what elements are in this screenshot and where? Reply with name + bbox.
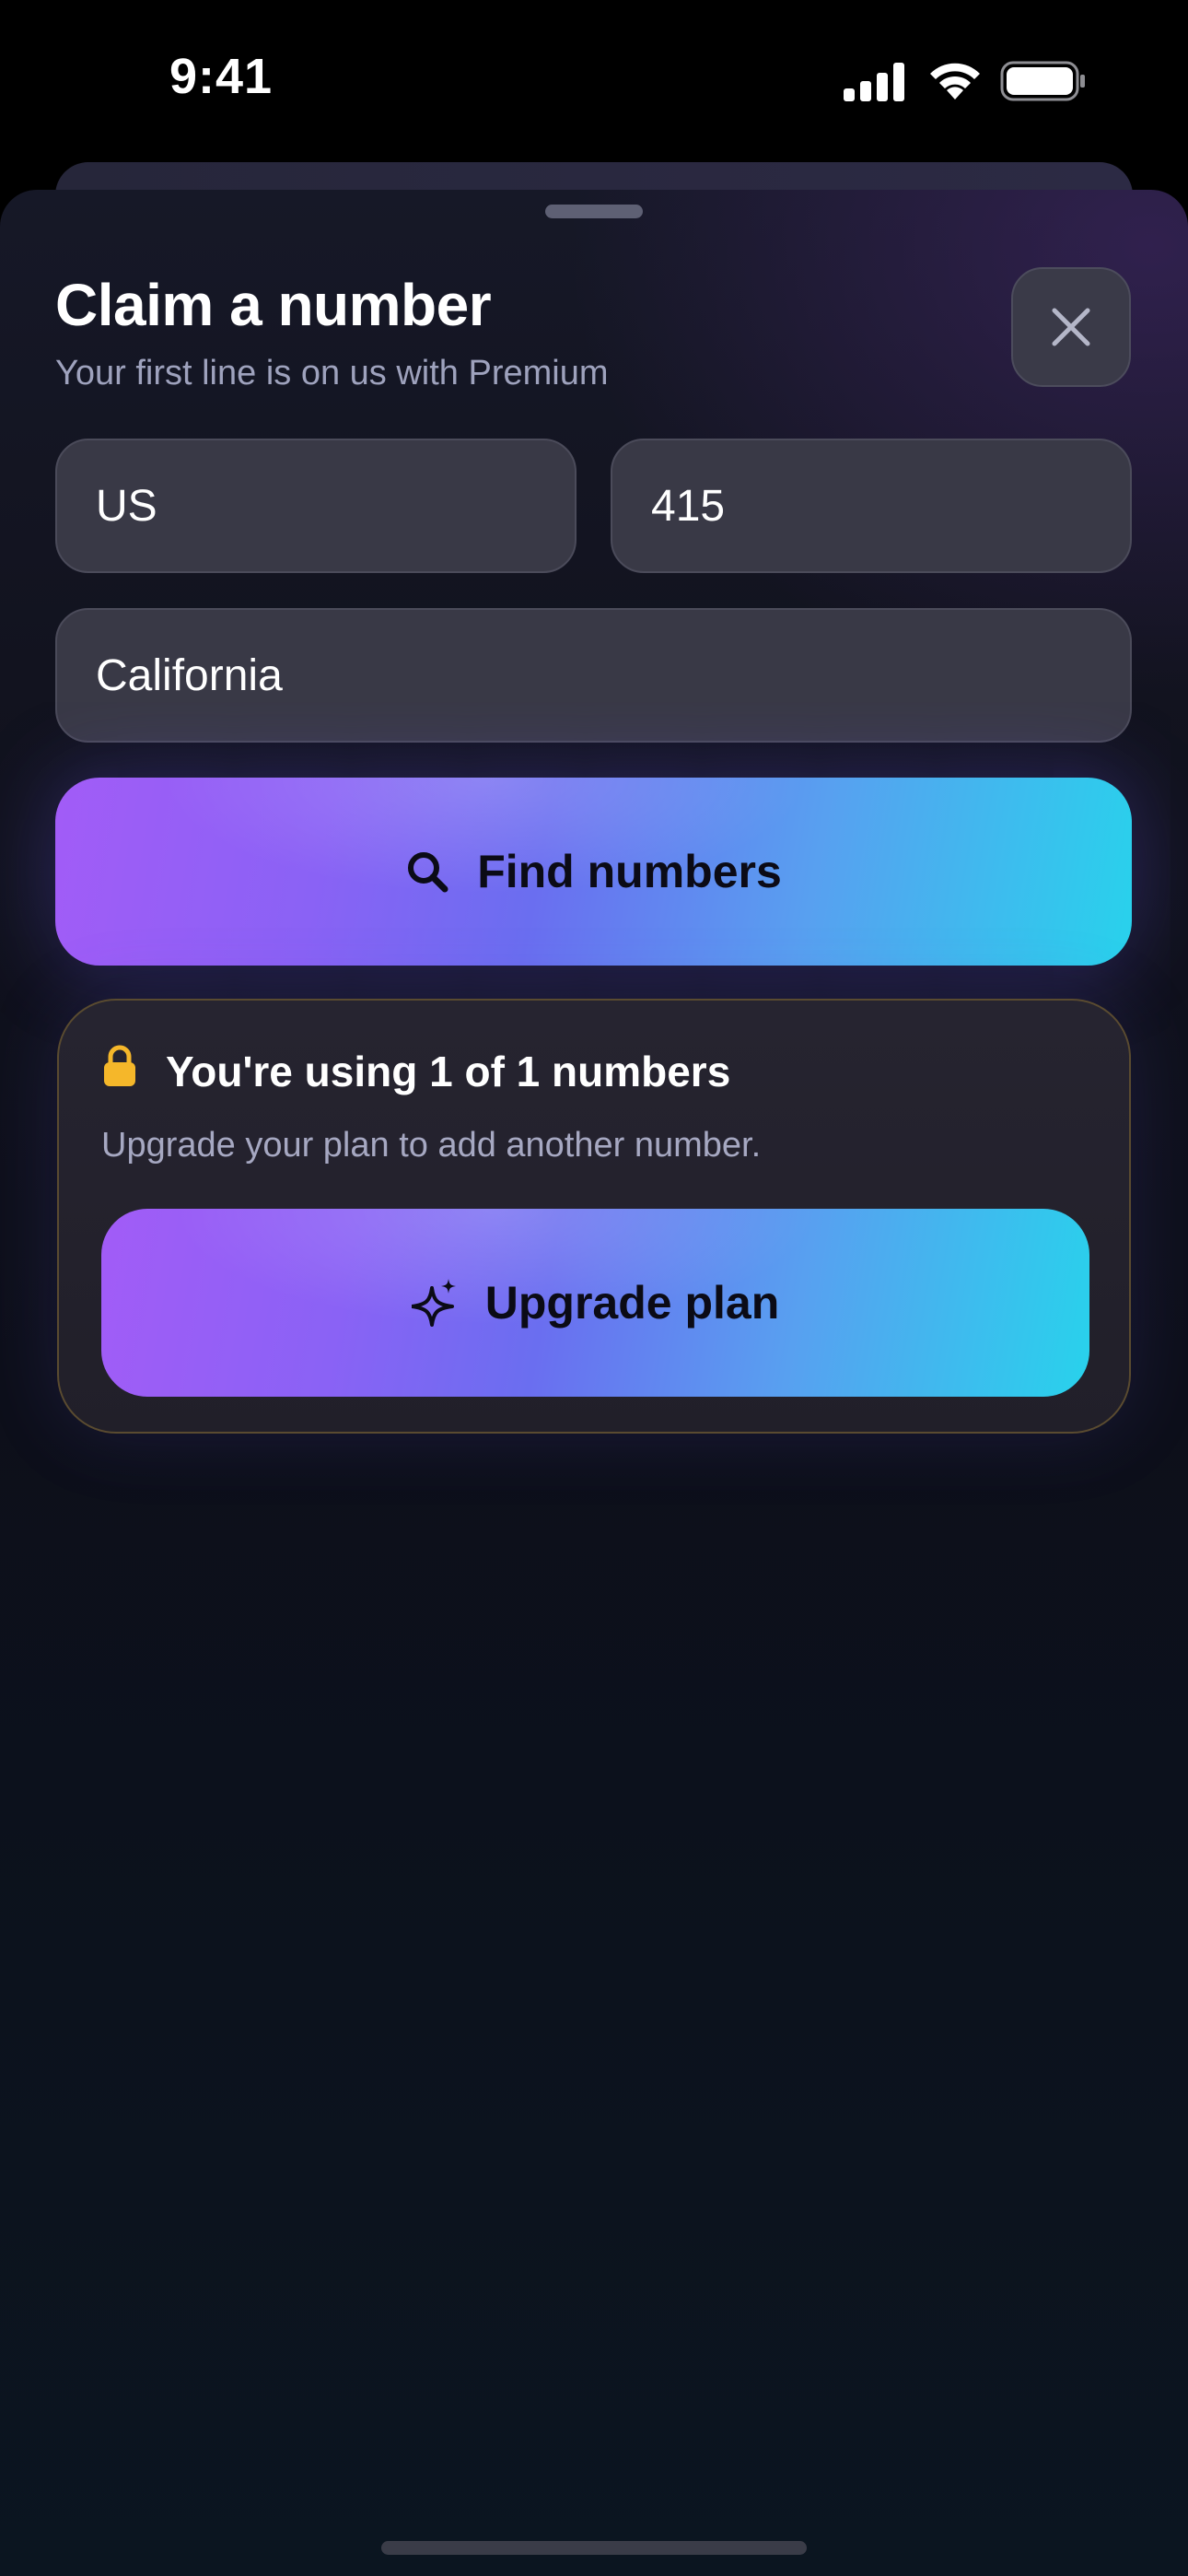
- find-numbers-button[interactable]: Find numbers: [55, 778, 1132, 966]
- claim-number-sheet: Claim a number Your first line is on us …: [0, 190, 1188, 2576]
- wifi-icon: [930, 63, 980, 100]
- country-value: US: [96, 481, 157, 531]
- status-time: 9:41: [169, 49, 274, 104]
- lock-icon: [104, 1045, 135, 1086]
- limit-description: Upgrade your plan to add another number.: [101, 1126, 762, 1165]
- area-code-field[interactable]: 415: [611, 439, 1132, 573]
- area-code-value: 415: [651, 481, 726, 531]
- status-icons: [844, 59, 1085, 103]
- close-icon: [1052, 308, 1090, 346]
- search-icon: [408, 852, 448, 893]
- sheet-subtitle: Your first line is on us with Premium: [55, 354, 609, 392]
- sheet-title: Claim a number: [55, 272, 492, 338]
- sheet-grabber[interactable]: [545, 205, 643, 218]
- region-field[interactable]: California: [55, 608, 1132, 743]
- battery-icon: [1000, 61, 1085, 101]
- home-indicator: [381, 2541, 807, 2555]
- screen: 9:41 Claim a number Your first line is o…: [0, 0, 1188, 2576]
- find-numbers-label: Find numbers: [477, 846, 782, 897]
- limit-title: You're using 1 of 1 numbers: [166, 1048, 731, 1095]
- upgrade-plan-button[interactable]: Upgrade plan: [101, 1209, 1089, 1397]
- status-bar: 9:41: [0, 0, 1188, 162]
- number-limit-card: You're using 1 of 1 numbers Upgrade your…: [57, 999, 1131, 1434]
- country-field[interactable]: US: [55, 439, 577, 573]
- upgrade-plan-label: Upgrade plan: [484, 1277, 780, 1329]
- sparkles-icon: [411, 1279, 456, 1327]
- cellular-signal-icon: [844, 63, 904, 101]
- close-button[interactable]: [1011, 267, 1131, 387]
- region-value: California: [96, 650, 283, 700]
